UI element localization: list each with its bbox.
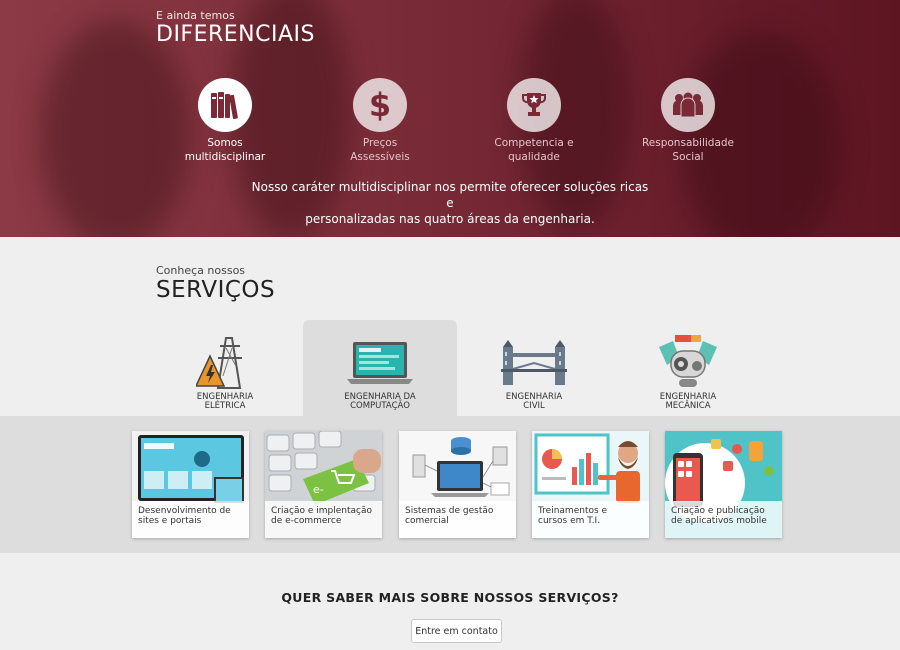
cta-title: QUER SABER MAIS SOBRE NOSSOS SERVIÇOS? (281, 590, 619, 605)
differential-label: multidisciplinar (184, 151, 266, 163)
service-card-ecommerce[interactable]: e- Criação e implentação de e-commerce (265, 431, 382, 538)
differential-label: Assessíveis (350, 151, 410, 163)
tab-mechanical-engineering[interactable]: ENGENHARIA MECÂNICA (611, 320, 765, 416)
card-caption-line: Desenvolvimento de (138, 506, 231, 516)
tab-civil-engineering[interactable]: ENGENHARIA CIVIL (457, 320, 611, 416)
trophy-icon (507, 78, 561, 132)
card-caption-line: comercial (405, 516, 449, 526)
card-caption-line: de e-commerce (271, 516, 342, 526)
differentials-hero: E ainda temos DIFERENCIAIS Somos multidi… (0, 0, 900, 237)
contact-button[interactable]: Entre em contato (411, 619, 502, 643)
card-caption-line: Criação e implentação (271, 506, 372, 516)
hero-description: Nosso caráter multidisciplinar nos permi… (250, 179, 650, 227)
tab-label: COMPUTAÇÃO (350, 401, 410, 411)
tab-electrical-engineering[interactable]: ENGENHARIA ELÉTRICA (148, 320, 302, 416)
card-caption: Desenvolvimento de sites e portais (132, 501, 249, 538)
hero-title: DIFERENCIAIS (156, 22, 315, 47)
card-caption-line: Criação e publicação (671, 506, 765, 516)
card-caption: Treinamentos e cursos em T.I. (532, 501, 649, 538)
tab-label: MECÂNICA (665, 401, 711, 411)
card-caption: Criação e implentação de e-commerce (265, 501, 382, 538)
differential-multidisciplinary[interactable]: Somos multidisciplinar (155, 78, 295, 164)
hero-subtitle: E ainda temos (156, 9, 235, 22)
services-subtitle: Conheça nossos (156, 264, 246, 277)
differential-label: Social (672, 151, 704, 163)
differential-label: qualidade (508, 151, 560, 163)
differential-label: Preços (362, 137, 398, 149)
description-line: personalizadas nas quatro áreas da engen… (305, 212, 595, 226)
differential-competence[interactable]: Competencia e qualidade (464, 78, 604, 164)
service-card-management-systems[interactable]: Sistemas de gestão comercial (399, 431, 516, 538)
card-caption: Sistemas de gestão comercial (399, 501, 516, 538)
people-icon (661, 78, 715, 132)
differential-prices[interactable]: $ Preços Assessíveis (310, 78, 450, 164)
power-tower-icon (148, 330, 302, 396)
tab-label: CIVIL (523, 401, 545, 411)
laptop-icon (303, 330, 457, 396)
card-caption-line: Sistemas de gestão (405, 506, 494, 516)
robot-arm-icon (611, 330, 765, 396)
card-caption-line: de aplicativos mobile (671, 516, 767, 526)
books-icon (198, 78, 252, 132)
service-card-websites[interactable]: Desenvolvimento de sites e portais (132, 431, 249, 538)
service-card-mobile-apps[interactable]: Criação e publicação de aplicativos mobi… (665, 431, 782, 538)
service-card-training[interactable]: Treinamentos e cursos em T.I. (532, 431, 649, 538)
tab-label: ELÉTRICA (204, 401, 246, 411)
differential-label: Competencia e (494, 137, 574, 149)
differential-social[interactable]: Responsabilidade Social (618, 78, 758, 164)
differential-label: Somos (207, 137, 243, 149)
card-caption-line: cursos em T.I. (538, 516, 601, 526)
tab-computer-engineering[interactable]: ENGENHARIA DA COMPUTAÇÃO (303, 320, 457, 416)
bridge-icon (457, 330, 611, 396)
svg-text:e-: e- (313, 483, 324, 496)
card-caption-line: Treinamentos e (538, 506, 608, 516)
card-caption-line: sites e portais (138, 516, 202, 526)
card-caption: Criação e publicação de aplicativos mobi… (665, 501, 782, 538)
description-line: Nosso caráter multidisciplinar nos permi… (251, 180, 649, 210)
differential-label: Responsabilidade (641, 137, 735, 149)
dollar-icon: $ (353, 78, 407, 132)
services-title: SERVIÇOS (156, 277, 276, 303)
